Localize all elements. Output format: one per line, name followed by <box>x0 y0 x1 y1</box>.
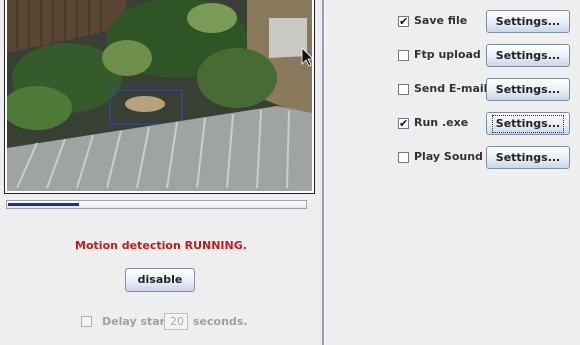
play-sound-checkbox[interactable] <box>398 152 409 163</box>
play-sound-label: Play Sound <box>414 150 483 163</box>
ftp-upload-label: Ftp upload <box>414 48 481 61</box>
send-email-settings-button[interactable]: Settings... <box>486 78 570 101</box>
action-row-send-email: Send E-mail Settings... <box>398 78 578 102</box>
ftp-upload-checkbox[interactable] <box>398 50 409 61</box>
action-row-play-sound: Play Sound Settings... <box>398 146 578 170</box>
progress-fill <box>8 203 79 206</box>
send-email-label: Send E-mail <box>414 82 488 95</box>
motion-panel: Motion detection RUNNING. disable Delay … <box>0 0 322 345</box>
run-exe-settings-button[interactable]: Settings... <box>486 112 570 135</box>
panel-divider[interactable] <box>322 0 324 345</box>
delay-seconds-input[interactable]: 20 <box>164 313 188 330</box>
run-exe-label: Run .exe <box>414 116 469 129</box>
run-exe-checkbox[interactable]: ✔ <box>398 118 409 129</box>
save-file-label: Save file <box>414 14 468 27</box>
delay-start-label: Delay start <box>102 315 171 328</box>
detection-progress-bar <box>6 200 307 209</box>
actions-panel: ✔ Save file Settings... Ftp upload Setti… <box>325 0 580 345</box>
send-email-checkbox[interactable] <box>398 84 409 95</box>
play-sound-settings-button[interactable]: Settings... <box>486 146 570 169</box>
action-row-run-exe: ✔ Run .exe Settings... <box>398 112 578 136</box>
camera-preview <box>4 0 315 194</box>
disable-button[interactable]: disable <box>125 268 195 292</box>
motion-status-text: Motion detection RUNNING. <box>75 239 247 252</box>
ftp-upload-settings-button[interactable]: Settings... <box>486 44 570 67</box>
action-row-save-file: ✔ Save file Settings... <box>398 10 578 34</box>
camera-image <box>7 0 312 191</box>
save-file-settings-button[interactable]: Settings... <box>486 10 570 33</box>
delay-unit-label: seconds. <box>193 315 248 328</box>
action-row-ftp-upload: Ftp upload Settings... <box>398 44 578 68</box>
delay-start-checkbox[interactable] <box>81 316 92 327</box>
run-exe-settings-label: Settings... <box>491 115 565 133</box>
save-file-checkbox[interactable]: ✔ <box>398 16 409 27</box>
